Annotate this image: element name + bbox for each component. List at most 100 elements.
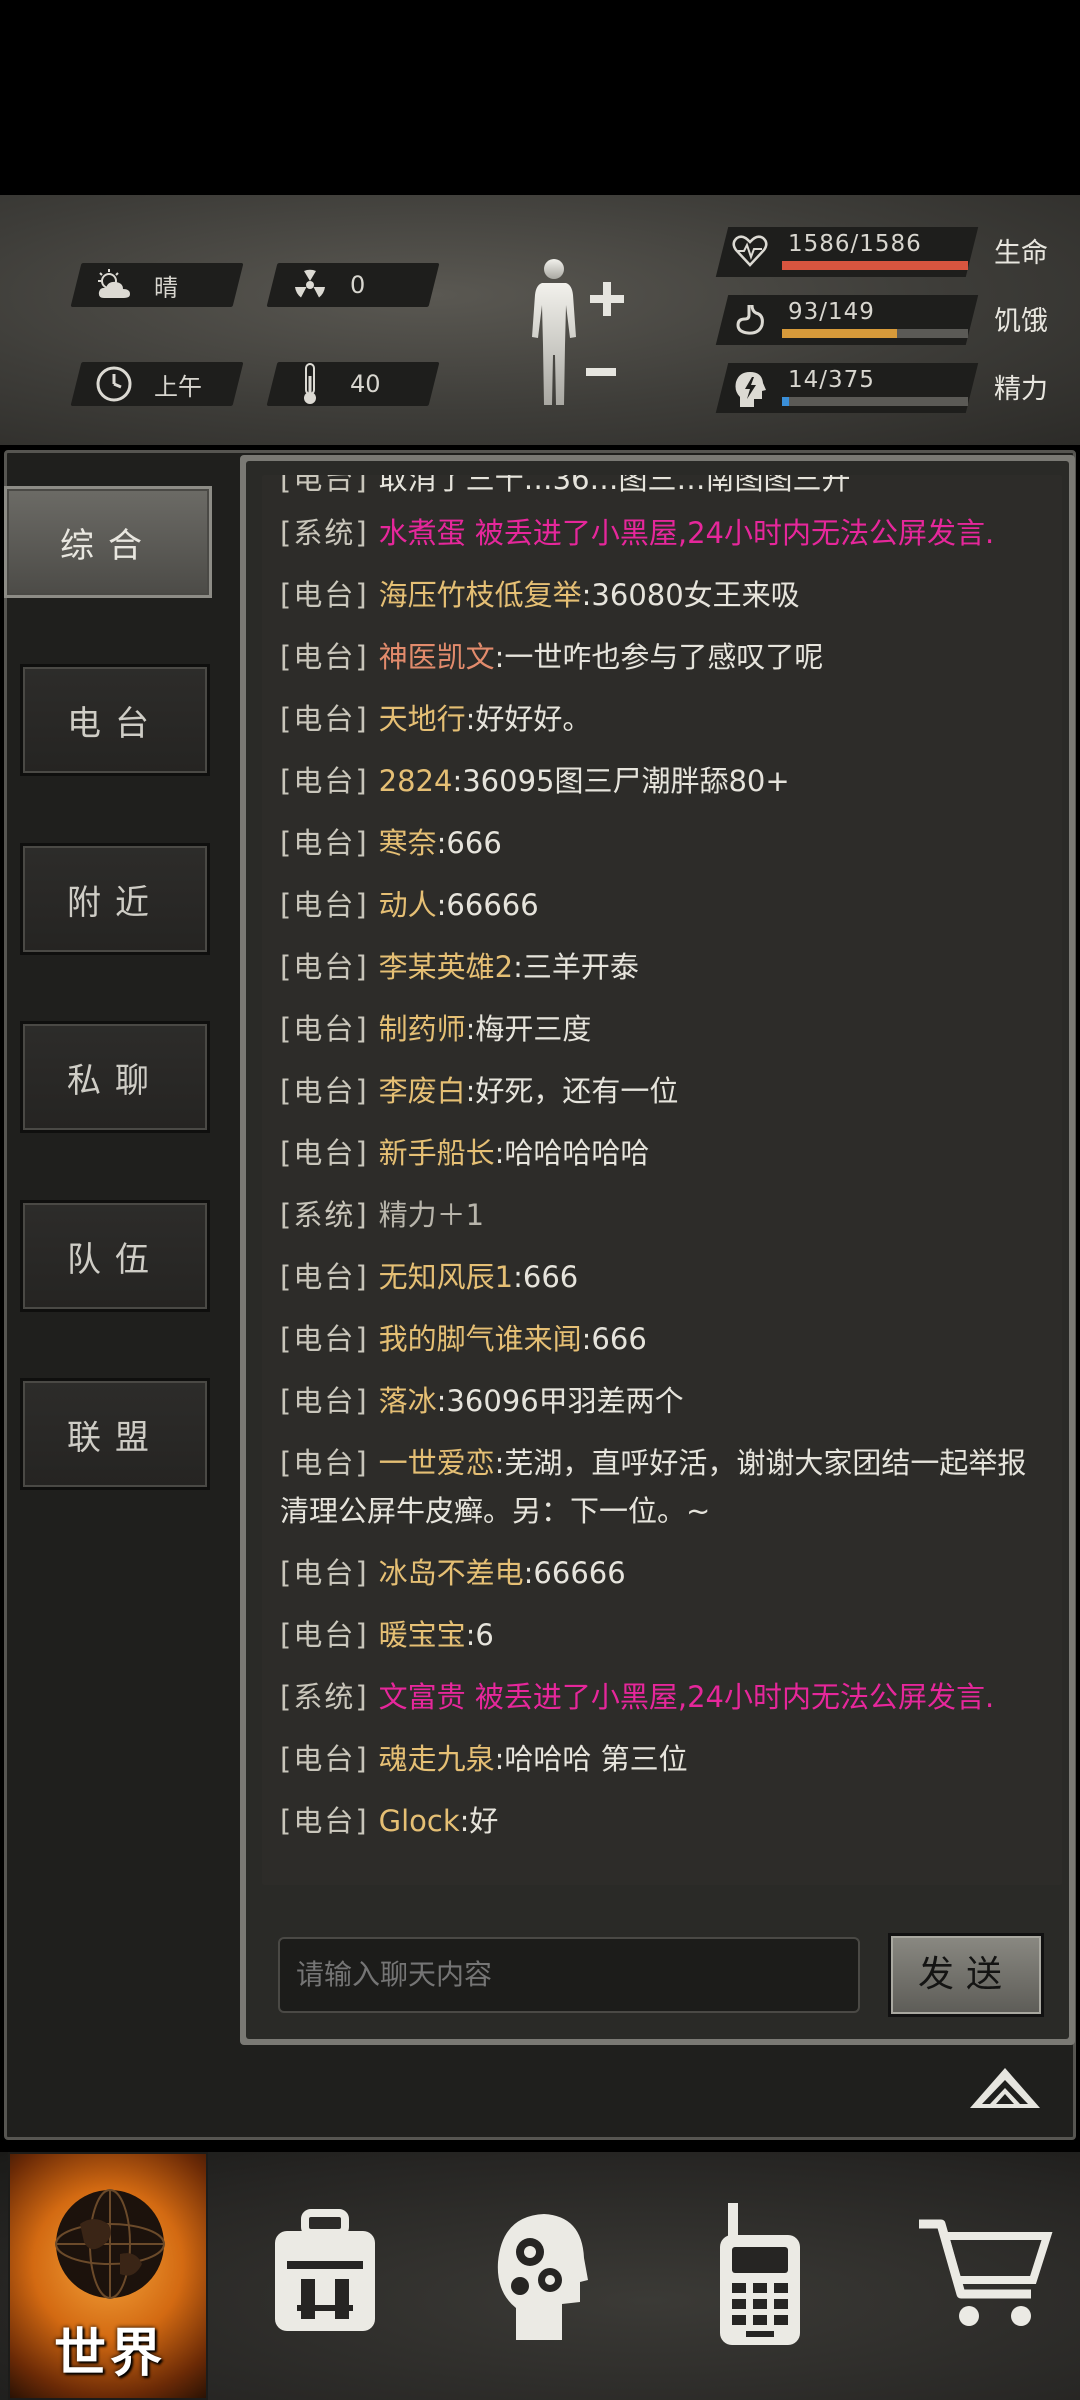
nav-shop[interactable] xyxy=(910,2152,1060,2400)
message-sender-name[interactable]: 落冰 xyxy=(379,1384,437,1418)
chat-message: [系统] 水煮蛋 被丢进了小黑屋,24小时内无法公屏发言. xyxy=(262,509,1062,557)
message-channel-tag: [电台] xyxy=(280,764,369,798)
hunger-stat: 93/149 饥饿 xyxy=(715,295,1062,345)
message-channel-tag: [电台] xyxy=(280,1012,369,1046)
message-channel-tag: [电台] xyxy=(280,1556,369,1590)
message-channel-tag: [电台] xyxy=(280,1260,369,1294)
chat-message: [电台] 神医凯文:一世咋也参与了感叹了呢 xyxy=(262,633,1062,681)
tab-general-label: 综合 xyxy=(60,525,156,566)
chat-message: [电台] 取消了三十…36…图三…南图图三开 xyxy=(262,475,1062,495)
message-channel-tag: [电台] xyxy=(280,950,369,984)
message-sender-name[interactable]: 2824 xyxy=(379,764,453,798)
message-sender-name[interactable]: Glock xyxy=(379,1804,460,1838)
nav-world[interactable]: 世界 xyxy=(8,2152,208,2400)
radiation-icon xyxy=(290,265,330,305)
chat-message: [电台] 落冰:36096甲羽差两个 xyxy=(262,1377,1062,1425)
message-sender-name[interactable]: 冰岛不差电 xyxy=(379,1556,524,1590)
chat-message: [电台] 一世爱恋:芜湖，直呼好活，谢谢大家团结一起举报清理公屏牛皮癣。另：下一位… xyxy=(262,1439,1062,1535)
chat-message: [电台] 暖宝宝:6 xyxy=(262,1611,1062,1659)
message-text: :666 xyxy=(513,1260,579,1294)
chat-message: [电台] 无知风辰1:666 xyxy=(262,1253,1062,1301)
bottom-navigation: 世界 xyxy=(0,2152,1080,2400)
collapse-up-icon[interactable] xyxy=(968,2066,1042,2110)
message-text: :66666 xyxy=(523,1556,626,1590)
tab-radio-label: 电台 xyxy=(67,703,163,744)
hunger-value: 93/149 xyxy=(788,299,875,325)
tab-alliance-label: 联盟 xyxy=(67,1417,163,1458)
message-sender-name[interactable]: 新手船长 xyxy=(379,1136,495,1170)
energy-bar xyxy=(782,397,968,406)
chat-message: [电台] 我的脚气谁来闻:666 xyxy=(262,1315,1062,1363)
nav-radio[interactable] xyxy=(700,2152,820,2400)
message-channel-tag: [电台] xyxy=(280,578,369,612)
message-channel-tag: [电台] xyxy=(280,702,369,736)
chat-message: [系统] 文富贵 被丢进了小黑屋,24小时内无法公屏发言. xyxy=(262,1673,1062,1721)
message-sender-name[interactable]: 制药师 xyxy=(379,1012,466,1046)
message-text: :一世咋也参与了感叹了呢 xyxy=(494,640,824,674)
heart-icon xyxy=(732,233,768,269)
chat-message: [电台] 海压竹枝低复举:36080女王来吸 xyxy=(262,571,1062,619)
chat-message: [电台] 李废白:好死，还有一位 xyxy=(262,1067,1062,1115)
message-channel-tag: [系统] xyxy=(280,1198,369,1232)
message-text: :好 xyxy=(459,1804,499,1838)
message-text: 精力＋1 xyxy=(378,1198,485,1232)
message-sender-name[interactable]: 神医凯文 xyxy=(379,640,495,674)
message-sender-name[interactable]: 李某英雄2 xyxy=(379,950,513,984)
radiation-indicator: 0 xyxy=(266,263,440,307)
tab-radio[interactable]: 电台 xyxy=(20,664,210,776)
chat-input[interactable] xyxy=(278,1937,860,2013)
health-stat: 1586/1586 生命 xyxy=(715,227,1062,277)
message-text: :6 xyxy=(465,1618,494,1652)
message-sender-name[interactable]: 李废白 xyxy=(379,1074,466,1108)
thermometer-icon xyxy=(290,363,330,404)
message-sender-name[interactable]: 海压竹枝低复举 xyxy=(379,578,582,612)
message-sender-name[interactable]: 无知风辰1 xyxy=(379,1260,513,1294)
chat-message: [电台] 制药师:梅开三度 xyxy=(262,1005,1062,1053)
chat-message: [电台] 李某英雄2:三羊开泰 xyxy=(262,943,1062,991)
tab-nearby[interactable]: 附近 xyxy=(20,843,210,955)
cloud-sun-icon xyxy=(94,265,134,305)
tab-alliance[interactable]: 联盟 xyxy=(20,1378,210,1490)
message-text: 文富贵 被丢进了小黑屋,24小时内无法公屏发言. xyxy=(378,1680,995,1714)
energy-stat: 14/375 精力 xyxy=(715,363,1062,413)
tab-team[interactable]: 队伍 xyxy=(20,1200,210,1312)
message-channel-tag: [电台] xyxy=(280,1618,369,1652)
nav-skills[interactable] xyxy=(475,2152,605,2400)
message-channel-tag: [系统] xyxy=(280,516,369,550)
clock-icon xyxy=(94,364,134,404)
message-channel-tag: [电台] xyxy=(280,826,369,860)
message-sender-name[interactable]: 魂走九泉 xyxy=(379,1742,495,1776)
chat-message: [电台] 冰岛不差电:66666 xyxy=(262,1549,1062,1597)
message-text: :梅开三度 xyxy=(465,1012,592,1046)
chat-message: [系统] 精力＋1 xyxy=(262,1191,1062,1239)
chat-message: [电台] Glock:好 xyxy=(262,1797,1062,1845)
nav-backpack[interactable] xyxy=(260,2152,390,2400)
tab-general[interactable]: 综合 xyxy=(4,486,212,598)
character-body-button[interactable] xyxy=(520,255,630,415)
message-sender-name[interactable]: 动人 xyxy=(379,888,437,922)
health-value: 1586/1586 xyxy=(788,231,922,257)
message-sender-name[interactable]: 寒奈 xyxy=(379,826,437,860)
message-sender-name[interactable]: 我的脚气谁来闻 xyxy=(379,1322,582,1356)
temperature-value: 40 xyxy=(350,370,381,398)
message-channel-tag: [电台] xyxy=(280,1742,369,1776)
health-bar xyxy=(782,261,968,270)
send-button[interactable]: 发送 xyxy=(888,1933,1044,2017)
world-icon xyxy=(50,2184,170,2308)
message-sender-name[interactable]: 天地行 xyxy=(379,702,466,736)
backpack-icon xyxy=(267,2209,383,2343)
energy-value: 14/375 xyxy=(788,367,875,393)
message-channel-tag: [电台] xyxy=(280,1446,369,1480)
message-channel-tag: [系统] xyxy=(280,1680,369,1714)
time-indicator: 上午 xyxy=(70,362,244,406)
message-sender-name[interactable]: 一世爱恋 xyxy=(379,1446,495,1480)
message-channel-tag: [电台] xyxy=(280,1804,369,1838)
message-text: :好好好。 xyxy=(465,702,592,736)
energy-label: 精力 xyxy=(994,374,1048,405)
message-channel-tag: [电台] xyxy=(280,1322,369,1356)
message-sender-name[interactable]: 暖宝宝 xyxy=(379,1618,466,1652)
tab-private-label: 私聊 xyxy=(67,1060,163,1101)
chat-message: [电台] 新手船长:哈哈哈哈哈 xyxy=(262,1129,1062,1177)
chat-message-list[interactable]: [电台] 取消了三十…36…图三…南图图三开 [系统] 水煮蛋 被丢进了小黑屋,24小… xyxy=(262,475,1062,1885)
tab-private[interactable]: 私聊 xyxy=(20,1021,210,1133)
